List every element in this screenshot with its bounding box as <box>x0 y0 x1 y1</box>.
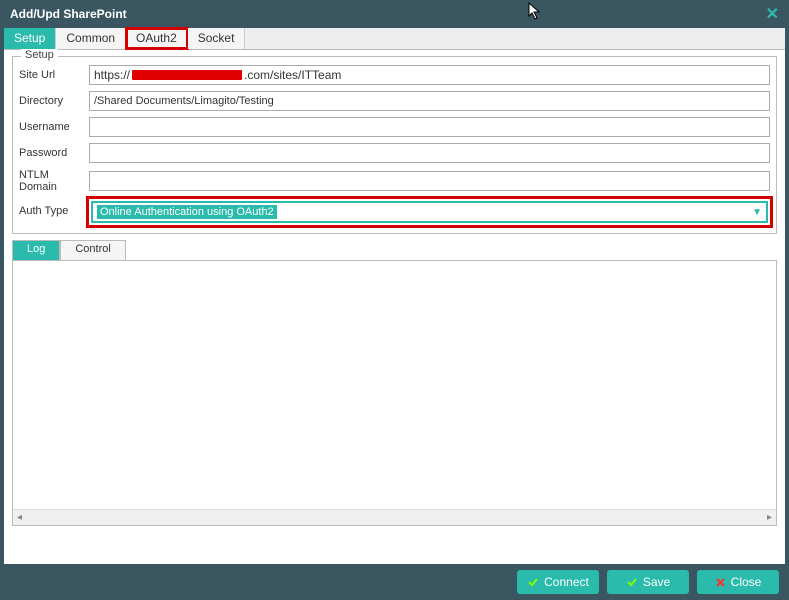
row-password: Password <box>19 143 770 163</box>
authtype-selected: Online Authentication using OAuth2 <box>97 205 277 219</box>
connect-label: Connect <box>544 575 589 589</box>
tab-oauth2[interactable]: OAuth2 <box>126 28 188 49</box>
label-siteurl: Site Url <box>19 69 89 81</box>
log-tabs: Log Control <box>12 240 777 260</box>
horizontal-scrollbar[interactable]: ◂ ▸ <box>13 509 776 525</box>
username-input[interactable] <box>89 117 770 137</box>
save-label: Save <box>643 575 670 589</box>
tab-socket[interactable]: Socket <box>188 28 246 49</box>
content-area: Setup Common OAuth2 Socket Setup Site Ur… <box>4 28 785 596</box>
close-button[interactable]: Close <box>697 570 779 594</box>
setup-fieldset: Setup Site Url https:// .com/sites/ITTea… <box>12 56 777 234</box>
log-area: Log Control ◂ ▸ <box>12 240 777 526</box>
row-username: Username <box>19 117 770 137</box>
siteurl-redacted <box>132 70 242 80</box>
tab-log[interactable]: Log <box>12 240 60 260</box>
title-bar: Add/Upd SharePoint ✕ <box>0 0 789 28</box>
authtype-dropdown[interactable]: Online Authentication using OAuth2 ▼ <box>91 201 768 223</box>
main-tabs: Setup Common OAuth2 Socket <box>4 28 785 50</box>
save-button[interactable]: Save <box>607 570 689 594</box>
label-ntlm: NTLM Domain <box>19 169 89 193</box>
siteurl-prefix: https:// <box>94 68 130 82</box>
window-title: Add/Upd SharePoint <box>10 7 127 21</box>
x-icon <box>715 577 726 588</box>
close-icon[interactable]: ✕ <box>766 4 779 24</box>
row-directory: Directory <box>19 91 770 111</box>
fieldset-legend: Setup <box>21 49 58 61</box>
authtype-highlight: Online Authentication using OAuth2 ▼ <box>89 199 770 225</box>
log-textarea[interactable]: ◂ ▸ <box>12 260 777 526</box>
password-input[interactable] <box>89 143 770 163</box>
tab-control[interactable]: Control <box>60 240 125 260</box>
footer-bar: Connect Save Close <box>0 564 789 600</box>
scroll-left-icon[interactable]: ◂ <box>13 512 26 523</box>
row-siteurl: Site Url https:// .com/sites/ITTeam <box>19 65 770 85</box>
label-directory: Directory <box>19 95 89 107</box>
row-ntlm: NTLM Domain <box>19 169 770 193</box>
label-password: Password <box>19 147 89 159</box>
tab-common[interactable]: Common <box>56 28 126 49</box>
scroll-right-icon[interactable]: ▸ <box>763 512 776 523</box>
tab-setup[interactable]: Setup <box>4 28 56 49</box>
directory-input[interactable] <box>89 91 770 111</box>
label-username: Username <box>19 121 89 133</box>
row-authtype: Auth Type Online Authentication using OA… <box>19 199 770 225</box>
ntlm-input[interactable] <box>89 171 770 191</box>
close-label: Close <box>731 575 762 589</box>
siteurl-suffix: .com/sites/ITTeam <box>244 68 341 82</box>
connect-button[interactable]: Connect <box>517 570 599 594</box>
chevron-down-icon: ▼ <box>752 207 762 218</box>
siteurl-input[interactable]: https:// .com/sites/ITTeam <box>89 65 770 85</box>
check-icon <box>527 576 539 588</box>
check-icon <box>626 576 638 588</box>
label-authtype: Auth Type <box>19 199 89 217</box>
